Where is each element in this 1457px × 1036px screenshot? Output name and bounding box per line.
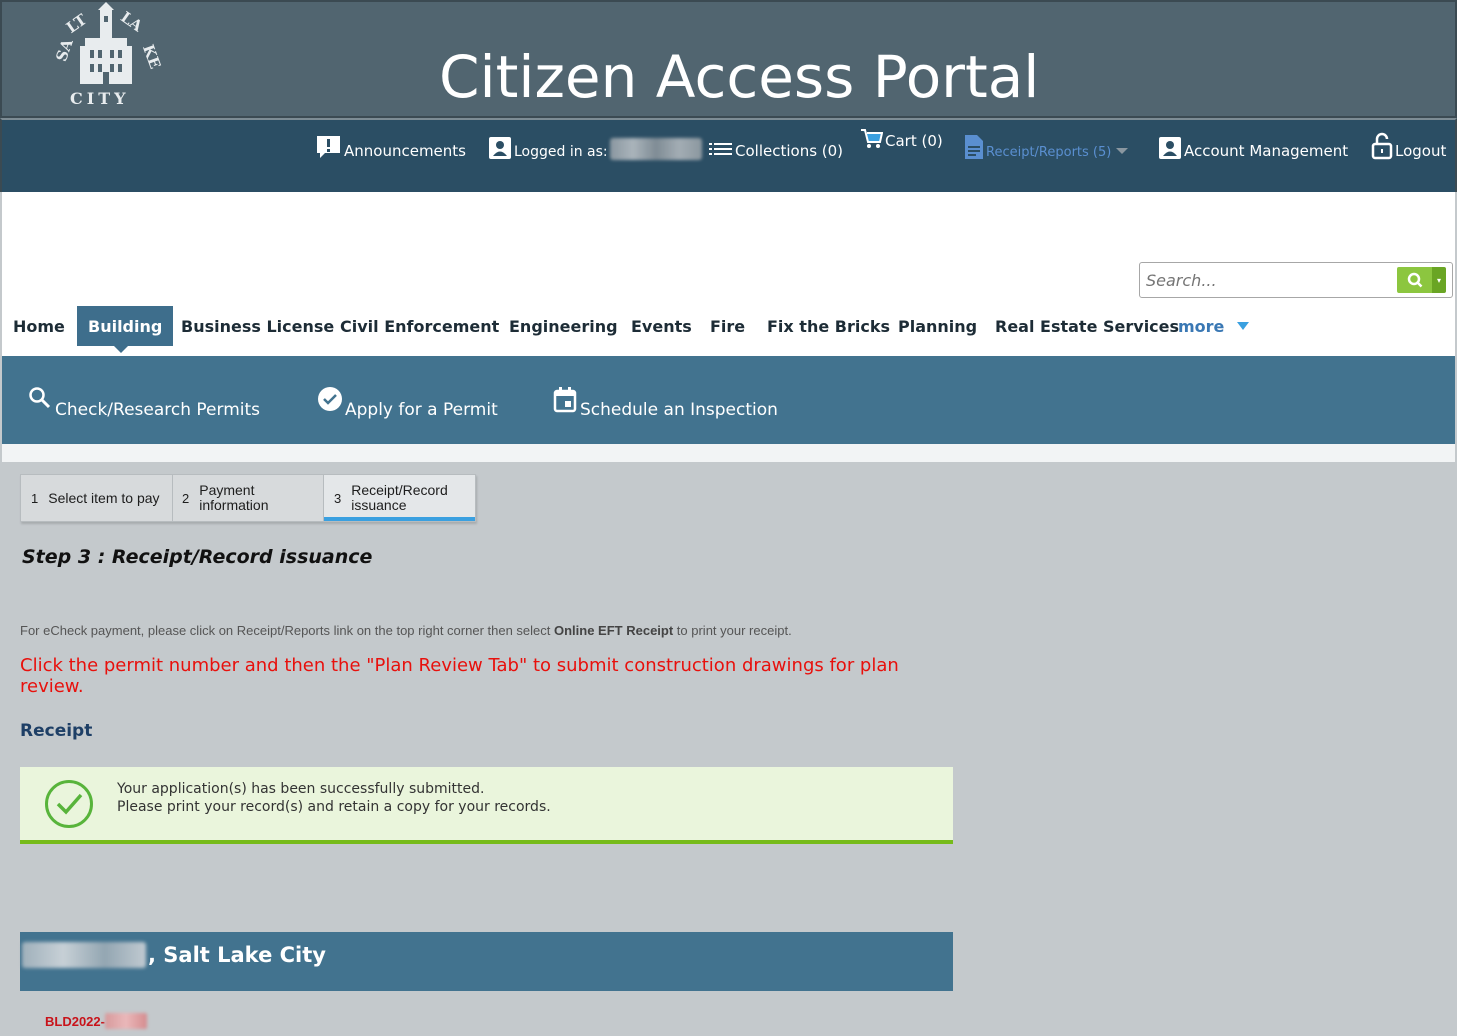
schedule-inspection-link[interactable]: Schedule an Inspection [553,386,778,420]
success-line1: Your application(s) has been successfull… [117,781,485,797]
svg-text:CITY: CITY [70,89,130,108]
step-payment-information: 2 Payment information [172,475,269,521]
step-label: Receipt/Record issuance [351,483,448,513]
step-label: Select item to pay [48,490,160,506]
receipt-reports-label: Receipt/Reports (5) [986,145,1112,160]
apply-for-permit-label: Apply for a Permit [345,400,498,420]
step-label-line2: information [199,497,269,513]
account-management-link[interactable]: Account Management [1158,120,1348,160]
step-number: 3 [334,490,342,506]
logged-in-indicator: Logged in as: [488,120,702,160]
receipt-heading: Receipt [20,721,93,741]
announcement-icon [317,136,340,158]
announcements-link[interactable]: Announcements [316,120,466,160]
chevron-down-icon [1116,148,1129,154]
username-redacted [609,138,702,160]
portal-title: Citizen Access Portal [439,43,1040,111]
step-label-line1: Payment [199,482,255,498]
record-city: , Salt Lake City [148,943,326,967]
list-icon [709,143,732,155]
tab-events[interactable]: Events [631,306,692,346]
salt-lake-city-logo: SA LT LA KE CITY [52,2,162,108]
receipt-reports-menu[interactable]: Receipt/Reports (5) [964,120,1129,160]
tab-civil-enforcement[interactable]: Civil Enforcement [340,306,499,346]
collections-label: Collections (0) [735,142,844,160]
svg-text:KE: KE [139,42,162,71]
plan-review-notice: Click the permit number and then the "Pl… [20,655,899,697]
page-title: Step 3 : Receipt/Record issuance [22,546,373,568]
collections-link[interactable]: Collections (0) [709,120,843,160]
logout-link[interactable]: Logout [1371,120,1446,160]
address-redacted [22,942,146,968]
chevron-down-icon [1237,322,1250,330]
success-message: Your application(s) has been successfull… [20,767,953,844]
step-receipt-record-issuance: 3 Receipt/Record issuance [324,475,448,521]
record-address: , Salt Lake City [22,942,326,968]
search-icon [29,387,51,409]
svg-text:SA: SA [52,36,77,64]
document-icon [965,135,983,159]
top-navigation: Announcements Logged in as: Collections … [0,118,1457,192]
tab-fix-the-bricks[interactable]: Fix the Bricks [767,306,890,346]
user-icon [489,137,511,159]
tab-fire[interactable]: Fire [710,306,745,346]
schedule-inspection-label: Schedule an Inspection [580,400,778,420]
header-banner: SA LT LA KE CITY Citizen Access Portal [0,0,1457,118]
cart-icon [861,129,883,148]
tab-planning[interactable]: Planning [898,306,977,346]
svg-text:LT: LT [63,10,91,37]
step-label: Payment information [199,483,268,513]
success-text: Your application(s) has been successfull… [117,780,551,816]
record-number-link[interactable]: BLD2022- [45,1013,147,1029]
tab-business-license[interactable]: Business License [181,306,334,346]
record-header: , Salt Lake City [20,932,953,991]
logout-label: Logout [1395,142,1447,160]
search-button[interactable] [1397,267,1432,293]
tab-home[interactable]: Home [13,306,65,346]
check-research-permits-label: Check/Research Permits [55,400,261,420]
record-number-prefix: BLD2022- [45,1013,105,1029]
global-search: ▾ [1139,262,1453,298]
success-check-icon [45,780,93,828]
echeck-text-suffix: to print your receipt. [673,623,792,638]
check-research-permits-link[interactable]: Check/Research Permits [28,386,260,420]
apply-for-permit-link[interactable]: Apply for a Permit [317,386,498,420]
step-label-line2: issuance [351,497,407,513]
active-tab-indicator [114,346,128,353]
payment-steps: 1 Select item to pay 2 Payment informati… [20,474,476,522]
tab-more[interactable]: more [1178,306,1250,346]
step-select-item: 1 Select item to pay [21,475,160,521]
echeck-receipt-name: Online EFT Receipt [554,623,674,638]
tab-building[interactable]: Building [77,306,174,346]
building-actions-bar: Check/Research Permits Apply for a Permi… [2,356,1455,444]
cart-link[interactable]: Cart (0) [861,110,943,150]
divider [2,444,1455,462]
search-options-dropdown[interactable]: ▾ [1432,267,1446,293]
tab-more-label: more [1178,316,1225,336]
logged-in-label: Logged in as: [514,144,608,160]
search-icon [1407,272,1422,288]
announcements-label: Announcements [344,142,466,160]
tab-engineering[interactable]: Engineering [509,306,618,346]
lock-icon [1371,132,1393,160]
tab-real-estate-services[interactable]: Real Estate Services [995,306,1179,346]
step-number: 2 [182,490,190,506]
svg-text:LA: LA [117,8,146,36]
success-line2: Please print your record(s) and retain a… [117,799,551,815]
echeck-text-prefix: For eCheck payment, please click on Rece… [20,623,554,638]
record-number-redacted [104,1013,147,1029]
echeck-instructions: For eCheck payment, please click on Rece… [20,623,792,638]
checkmark-circle-icon [318,387,342,411]
step-label-line1: Receipt/Record [351,482,448,498]
account-management-label: Account Management [1184,142,1349,160]
calendar-icon [553,387,577,413]
search-input[interactable] [1146,269,1394,291]
account-icon [1159,137,1181,159]
cart-label: Cart (0) [885,132,943,150]
step-number: 1 [31,490,39,506]
